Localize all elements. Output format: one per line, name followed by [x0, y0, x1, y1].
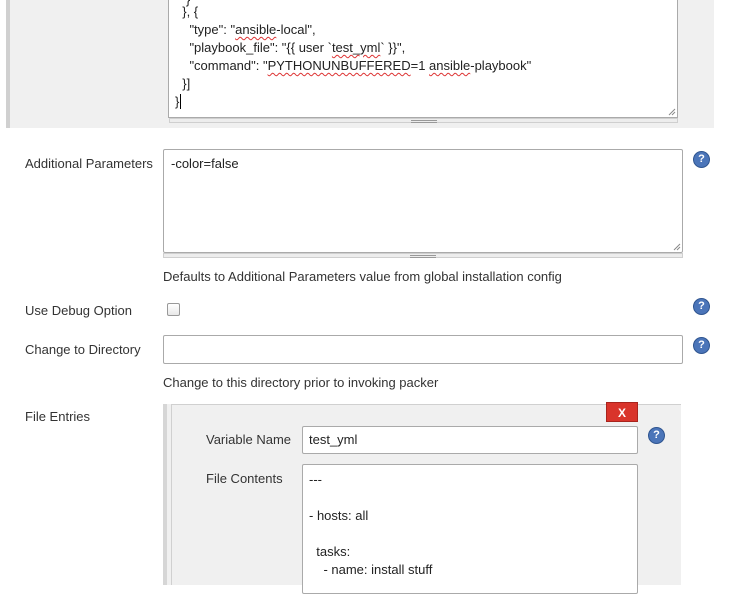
textarea-resize-handle[interactable]: [163, 253, 683, 258]
file-contents-line: tasks:: [309, 544, 351, 559]
additional-parameters-textarea[interactable]: -color=false: [163, 149, 683, 253]
help-circle-icon[interactable]: ?: [693, 151, 710, 168]
code-line: }​: [175, 94, 182, 109]
change-directory-description: Change to this directory prior to invoki…: [163, 375, 439, 390]
file-contents-line: - name: install stuff: [309, 562, 433, 577]
change-directory-input[interactable]: [163, 335, 683, 364]
file-contents-line: - hosts: all: [309, 508, 369, 523]
packer-template-textarea[interactable]: } }, { "type": "ansible-local", "playboo…: [168, 0, 678, 118]
debug-option-label: Use Debug Option: [25, 303, 132, 318]
help-circle-icon[interactable]: ?: [693, 337, 710, 354]
variable-name-label: Variable Name: [206, 432, 292, 447]
file-contents-line: ---: [309, 472, 322, 487]
resize-grip-icon[interactable]: [673, 243, 681, 251]
change-directory-label: Change to Directory: [25, 342, 141, 357]
debug-option-checkbox[interactable]: [167, 303, 180, 316]
help-circle-icon[interactable]: ?: [693, 298, 710, 315]
code-line: "type": "ansible-local",: [175, 22, 316, 37]
delete-file-entry-button[interactable]: X: [606, 402, 638, 422]
help-circle-icon[interactable]: ?: [648, 427, 665, 444]
additional-parameters-label: Additional Parameters: [25, 156, 153, 171]
resize-grip-icon[interactable]: [668, 108, 676, 116]
additional-parameters-description: Defaults to Additional Parameters value …: [163, 269, 562, 284]
code-line: }, {: [175, 4, 199, 19]
code-line: }]: [175, 76, 191, 91]
additional-parameters-value: -color=false: [171, 156, 239, 171]
textarea-resize-handle[interactable]: [169, 118, 678, 123]
code-line: "command": "PYTHONUNBUFFERED=1 ansible-p…: [175, 58, 532, 73]
variable-name-input[interactable]: test_yml: [302, 426, 638, 454]
code-line: "playbook_file": "{{ user `test_yml` }}"…: [175, 40, 406, 55]
file-contents-textarea[interactable]: --- - hosts: all tasks: - name: install …: [302, 464, 638, 594]
file-entries-label: File Entries: [25, 409, 91, 424]
file-contents-label: File Contents: [206, 471, 283, 486]
